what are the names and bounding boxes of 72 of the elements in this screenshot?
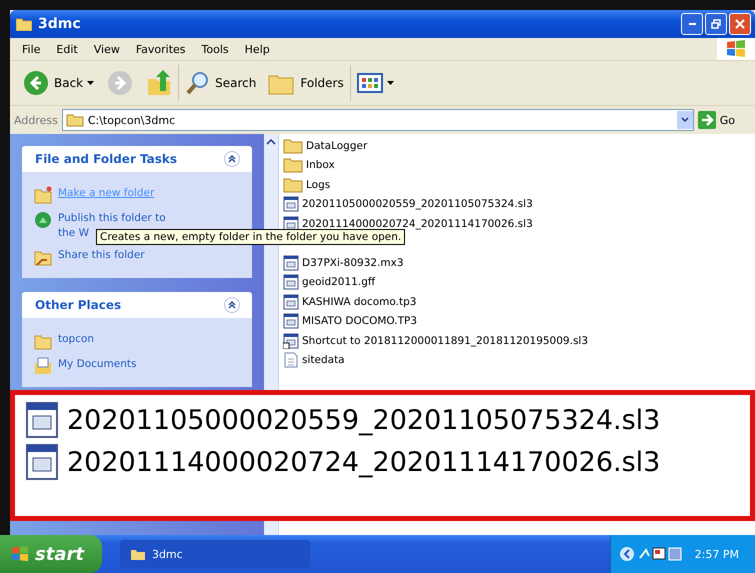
clock: 2:57 PM <box>694 548 739 560</box>
file-name[interactable]: Inbox <box>306 159 335 172</box>
folder-icon <box>66 113 84 127</box>
restore-icon <box>711 19 721 29</box>
file-name[interactable]: 20201114000020724_20201114170026.sl3 <box>302 218 533 230</box>
folder-icon <box>16 17 32 31</box>
windows-logo-icon <box>717 38 755 60</box>
program-file-icon <box>283 254 299 271</box>
documents-folder-icon <box>34 357 52 375</box>
back-button[interactable]: Back <box>16 65 100 101</box>
folder-icon <box>283 176 303 193</box>
taskbar-button[interactable]: 3dmc <box>120 540 310 568</box>
document-icon <box>283 352 299 368</box>
task-link[interactable]: My Documents <box>58 357 180 372</box>
tooltip: Creates a new, empty folder in the folder you have open. <box>96 229 406 245</box>
views-icon <box>356 73 383 93</box>
file-name[interactable]: Logs <box>306 178 330 191</box>
file-name[interactable]: D37PXi-80932.mx3 <box>302 256 404 269</box>
file-name[interactable]: geoid2011.gff <box>302 276 376 288</box>
chevron-down-icon <box>680 117 689 123</box>
menu-item[interactable]: File <box>14 42 48 56</box>
tray-icons-drawing[interactable] <box>638 546 683 562</box>
menu-item[interactable]: View <box>86 42 128 56</box>
dropdown-arrow-icon <box>386 81 394 85</box>
close-icon <box>735 19 745 29</box>
file-name: 20201114000020724_20201114170026.sl3 <box>67 446 660 478</box>
file-name[interactable]: Shortcut to 2018112000011891_20181120195009.sl3 <box>302 334 588 347</box>
program-file-icon <box>283 196 299 212</box>
file-name[interactable]: sitedata <box>302 354 345 366</box>
program-file-icon <box>283 216 299 232</box>
folder-icon <box>283 157 303 174</box>
window-title: 3dmc <box>38 16 82 32</box>
menu-item[interactable]: Help <box>236 42 278 56</box>
address-field[interactable]: C:\topcon\3dmc <box>62 109 694 131</box>
search-button[interactable]: Search <box>179 65 262 101</box>
program-file-icon <box>25 401 61 439</box>
menu-item[interactable]: Favorites <box>128 42 194 56</box>
folder-icon <box>34 186 52 204</box>
go-button[interactable]: Go <box>698 111 751 129</box>
go-arrow-icon <box>698 111 716 129</box>
address-label: Address <box>14 114 58 126</box>
restore-button[interactable] <box>705 13 727 35</box>
file-name[interactable]: DataLogger <box>306 140 368 152</box>
expand-tray-icon[interactable] <box>618 546 635 562</box>
folders-button[interactable]: Folders <box>262 65 351 101</box>
folder-icon <box>283 138 303 154</box>
start-button[interactable]: start <box>0 535 102 573</box>
file-name[interactable]: KASHIWA docomo.tp3 <box>302 296 416 308</box>
dropdown-arrow-icon <box>87 81 94 85</box>
program-file-icon <box>283 274 299 290</box>
program-file-icon <box>283 313 299 330</box>
windows-logo-icon <box>10 545 30 563</box>
folder-icon <box>130 548 146 560</box>
task-link[interactable]: Share this folder <box>58 248 180 263</box>
shortcut-file-icon <box>283 332 299 349</box>
program-file-icon <box>283 294 299 310</box>
panel-title: Other Places <box>35 298 122 312</box>
file-name: 20201105000020559_20201105075324.sl3 <box>67 404 660 436</box>
panel-title: File and Folder Tasks <box>35 152 178 166</box>
collapse-icon[interactable] <box>224 297 240 313</box>
minimize-button[interactable] <box>681 13 703 35</box>
menu-item[interactable]: Edit <box>48 42 86 56</box>
minimize-icon <box>688 23 696 25</box>
file-name[interactable]: MISATO DOCOMO.TP3 <box>302 315 418 328</box>
collapse-icon[interactable] <box>224 151 240 167</box>
menu-item[interactable]: Tools <box>194 42 237 56</box>
close-button[interactable] <box>729 13 751 35</box>
task-link[interactable]: topcon <box>58 332 180 347</box>
program-file-icon <box>25 443 61 481</box>
file-name[interactable]: 20201105000020559_20201105075324.sl3 <box>302 198 533 210</box>
dropdown-button[interactable] <box>676 111 693 129</box>
up-folder-icon <box>146 69 172 97</box>
